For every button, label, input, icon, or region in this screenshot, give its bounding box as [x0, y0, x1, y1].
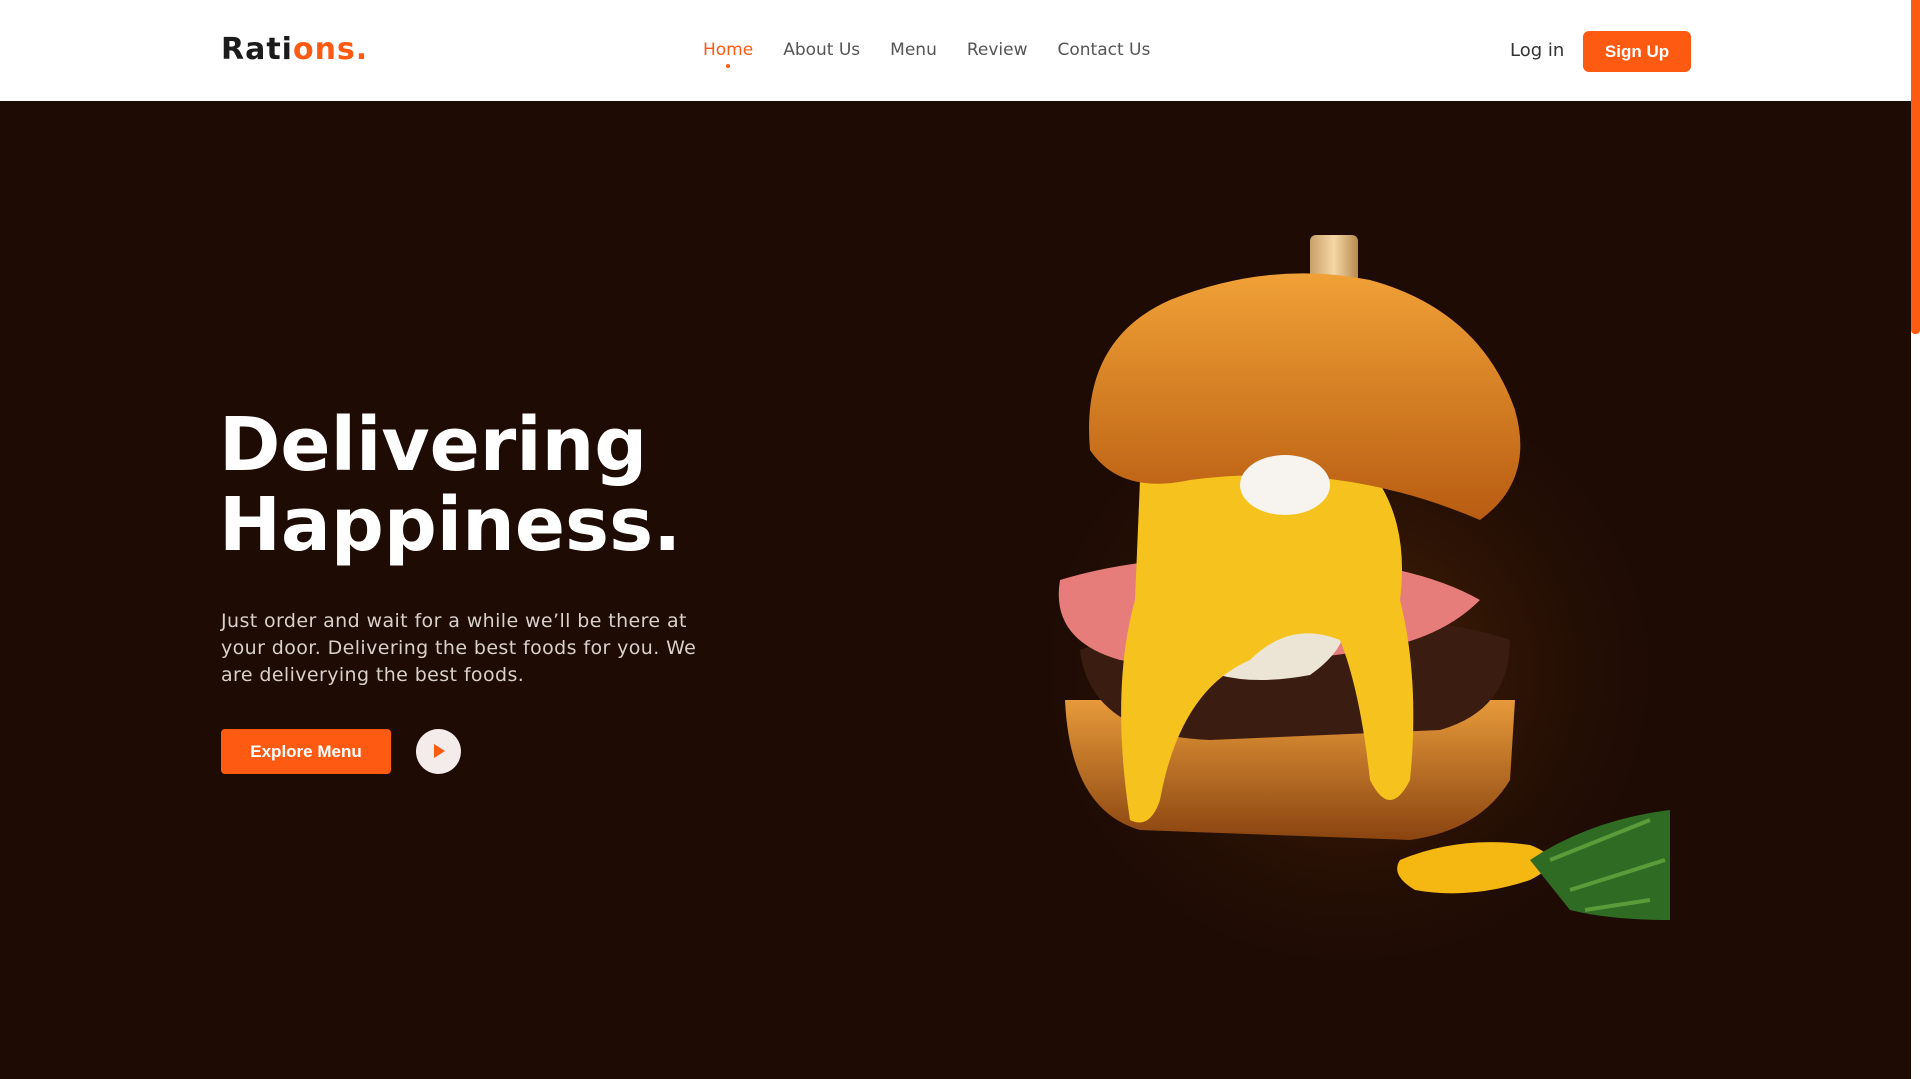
page-scrollbar[interactable] — [1911, 0, 1920, 1079]
hero-title-line-1: Delivering — [219, 402, 648, 488]
scrollbar-thumb[interactable] — [1911, 0, 1920, 334]
active-indicator-dot — [726, 64, 731, 68]
signup-button[interactable]: Sign Up — [1583, 31, 1691, 72]
nav-item-about-us[interactable]: About Us — [783, 40, 860, 60]
logo-text: Rati — [221, 32, 293, 67]
hero-burger-image — [1010, 220, 1690, 960]
play-icon — [434, 744, 445, 758]
login-link[interactable]: Log in — [1510, 40, 1564, 61]
egg-white — [1240, 455, 1330, 515]
main-nav: Home About Us Menu Review Contact Us — [703, 40, 1151, 68]
hero-title: Delivering Happiness. — [219, 405, 681, 565]
nav-item-home[interactable]: Home — [703, 40, 754, 68]
site-header: Rations. Home About Us Menu Review Conta… — [0, 0, 1911, 101]
hero-title-line-2: Happiness. — [219, 482, 682, 568]
hero-description: Just order and wait for a while we’ll be… — [221, 610, 697, 686]
nav-item-menu[interactable]: Menu — [890, 40, 937, 60]
logo-accent-text: ons. — [292, 32, 369, 67]
explore-menu-button[interactable]: Explore Menu — [221, 729, 391, 774]
nav-item-contact-us[interactable]: Contact Us — [1058, 40, 1151, 60]
burger-illustration — [1020, 235, 1680, 960]
nav-item-label: Home — [703, 40, 754, 60]
play-video-button[interactable] — [416, 729, 461, 774]
nav-item-review[interactable]: Review — [967, 40, 1028, 60]
logo[interactable]: Rations. — [221, 32, 368, 67]
